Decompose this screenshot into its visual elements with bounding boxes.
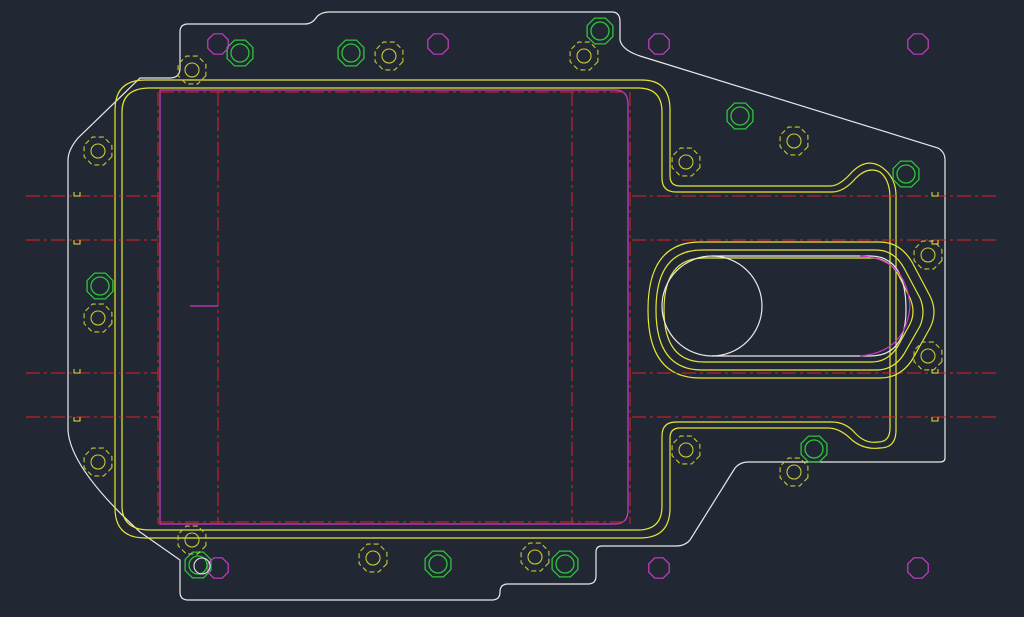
cad-drawing-viewport[interactable] xyxy=(0,0,1024,617)
bolt-group-yellow xyxy=(83,41,943,573)
locator-mark-magenta xyxy=(207,33,229,55)
bolt-hole-yellow xyxy=(671,147,701,177)
locator-mark-magenta xyxy=(907,557,929,579)
bolt-hole-yellow xyxy=(913,240,943,270)
bolt-hole-green xyxy=(226,39,254,67)
pocket-outline xyxy=(159,89,629,525)
bolt-group-green xyxy=(86,17,920,579)
bolt-hole-green xyxy=(86,272,114,300)
gasket-outer xyxy=(114,79,897,539)
slot-outline-magenta xyxy=(859,255,911,357)
bolt-hole-green xyxy=(892,160,920,188)
bolt-hole-yellow xyxy=(671,435,701,465)
bolt-hole-yellow xyxy=(83,136,113,166)
slot-outline xyxy=(712,255,907,357)
bolt-hole-green xyxy=(184,551,212,579)
cad-drawing-canvas[interactable] xyxy=(0,0,1024,617)
slot-gasket-inner xyxy=(655,249,924,371)
locator-mark-magenta xyxy=(907,33,929,55)
bolt-hole-yellow xyxy=(779,126,809,156)
bolt-hole-yellow xyxy=(358,543,388,573)
bolt-hole-yellow xyxy=(83,447,113,477)
bolt-hole-green xyxy=(551,550,579,578)
bolt-hole-yellow xyxy=(913,341,943,371)
bolt-hole-green xyxy=(586,17,614,45)
bolt-hole-yellow xyxy=(569,41,599,71)
bolt-hole-green xyxy=(800,435,828,463)
bolt-hole-yellow xyxy=(374,41,404,71)
marker-group-magenta xyxy=(193,33,929,579)
bolt-hole-green xyxy=(337,39,365,67)
locator-mark-magenta xyxy=(427,33,449,55)
bolt-hole-green xyxy=(424,550,452,578)
bolt-hole-green xyxy=(726,102,754,130)
slot-gasket-core xyxy=(663,257,914,363)
centerlines xyxy=(26,91,1000,524)
locator-mark-magenta xyxy=(648,557,670,579)
bolt-hole-yellow xyxy=(83,303,113,333)
bore-circle xyxy=(661,255,763,357)
gasket-inner xyxy=(121,87,891,531)
bolt-hole-yellow xyxy=(520,542,550,572)
gasket-lines xyxy=(114,79,935,539)
locator-mark-magenta xyxy=(648,33,670,55)
